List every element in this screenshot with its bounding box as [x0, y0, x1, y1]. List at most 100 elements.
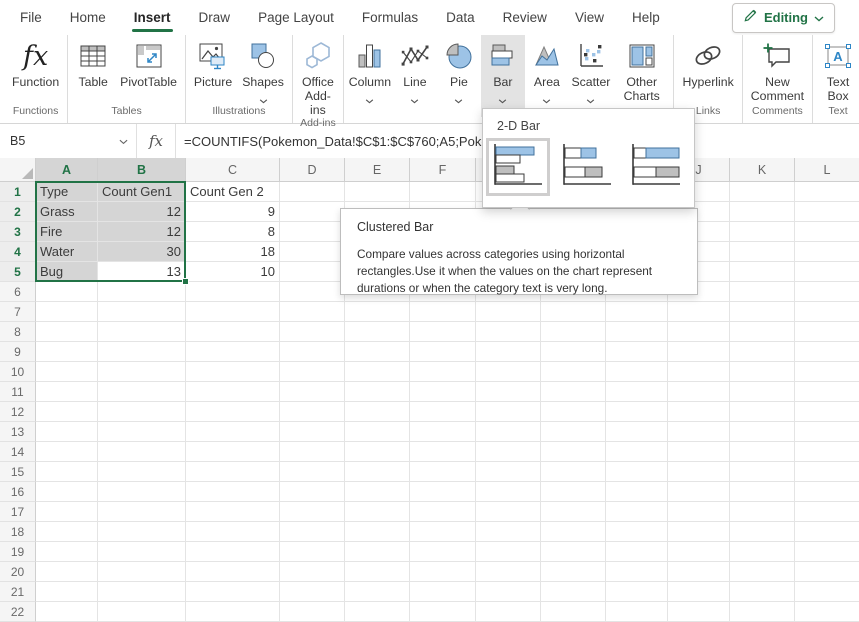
cell-A11[interactable] — [36, 382, 98, 402]
cell-I7[interactable] — [606, 302, 668, 322]
cell-I22[interactable] — [606, 602, 668, 622]
row-header-2[interactable]: 2 — [0, 202, 36, 222]
cell-D3[interactable] — [280, 222, 345, 242]
cell-L13[interactable] — [795, 422, 859, 442]
cell-D2[interactable] — [280, 202, 345, 222]
cell-E19[interactable] — [345, 542, 410, 562]
column-header-F[interactable]: F — [410, 158, 476, 182]
cell-B10[interactable] — [98, 362, 186, 382]
cell-F13[interactable] — [410, 422, 476, 442]
cell-G14[interactable] — [476, 442, 541, 462]
menu-tab-insert[interactable]: Insert — [120, 0, 185, 35]
cell-K14[interactable] — [730, 442, 795, 462]
row-header-12[interactable]: 12 — [0, 402, 36, 422]
cell-B14[interactable] — [98, 442, 186, 462]
cell-A20[interactable] — [36, 562, 98, 582]
cell-B3[interactable]: 12 — [98, 222, 186, 242]
cell-H10[interactable] — [541, 362, 606, 382]
cell-E14[interactable] — [345, 442, 410, 462]
cell-L1[interactable] — [795, 182, 859, 202]
cell-A15[interactable] — [36, 462, 98, 482]
cell-D16[interactable] — [280, 482, 345, 502]
cell-C10[interactable] — [186, 362, 280, 382]
cell-I21[interactable] — [606, 582, 668, 602]
insert-function-fx-icon[interactable]: fx — [137, 124, 176, 158]
cell-B7[interactable] — [98, 302, 186, 322]
cell-E20[interactable] — [345, 562, 410, 582]
cell-K18[interactable] — [730, 522, 795, 542]
cell-L3[interactable] — [795, 222, 859, 242]
cell-L9[interactable] — [795, 342, 859, 362]
cell-E1[interactable] — [345, 182, 410, 202]
cell-L5[interactable] — [795, 262, 859, 282]
row-header-8[interactable]: 8 — [0, 322, 36, 342]
cell-D21[interactable] — [280, 582, 345, 602]
cell-K10[interactable] — [730, 362, 795, 382]
cell-I20[interactable] — [606, 562, 668, 582]
ribbon-button-pie[interactable]: Pie — [437, 35, 481, 117]
cell-B17[interactable] — [98, 502, 186, 522]
cell-K1[interactable] — [730, 182, 795, 202]
cell-D18[interactable] — [280, 522, 345, 542]
cell-B15[interactable] — [98, 462, 186, 482]
cell-H14[interactable] — [541, 442, 606, 462]
menu-tab-home[interactable]: Home — [56, 0, 120, 35]
cell-C16[interactable] — [186, 482, 280, 502]
cell-H7[interactable] — [541, 302, 606, 322]
cell-J16[interactable] — [668, 482, 730, 502]
clustered-bar-option[interactable] — [486, 138, 550, 196]
cell-K11[interactable] — [730, 382, 795, 402]
cell-I18[interactable] — [606, 522, 668, 542]
cell-C11[interactable] — [186, 382, 280, 402]
cell-C2[interactable]: 9 — [186, 202, 280, 222]
row-header-19[interactable]: 19 — [0, 542, 36, 562]
cell-C8[interactable] — [186, 322, 280, 342]
cell-E9[interactable] — [345, 342, 410, 362]
cell-D9[interactable] — [280, 342, 345, 362]
cell-B2[interactable]: 12 — [98, 202, 186, 222]
cell-D20[interactable] — [280, 562, 345, 582]
cell-D12[interactable] — [280, 402, 345, 422]
cell-A6[interactable] — [36, 282, 98, 302]
cell-B19[interactable] — [98, 542, 186, 562]
cell-J9[interactable] — [668, 342, 730, 362]
cell-L4[interactable] — [795, 242, 859, 262]
cell-H12[interactable] — [541, 402, 606, 422]
cell-J19[interactable] — [668, 542, 730, 562]
cell-K13[interactable] — [730, 422, 795, 442]
cell-L7[interactable] — [795, 302, 859, 322]
ribbon-button-line[interactable]: Line — [393, 35, 437, 117]
cell-B9[interactable] — [98, 342, 186, 362]
cell-I11[interactable] — [606, 382, 668, 402]
cell-L19[interactable] — [795, 542, 859, 562]
cell-F20[interactable] — [410, 562, 476, 582]
cell-D8[interactable] — [280, 322, 345, 342]
ribbon-button-function[interactable]: fxFunction — [7, 35, 64, 105]
menu-tab-data[interactable]: Data — [432, 0, 489, 35]
cell-I14[interactable] — [606, 442, 668, 462]
cell-H19[interactable] — [541, 542, 606, 562]
cell-B6[interactable] — [98, 282, 186, 302]
cell-L2[interactable] — [795, 202, 859, 222]
cell-L12[interactable] — [795, 402, 859, 422]
cell-I16[interactable] — [606, 482, 668, 502]
cell-E15[interactable] — [345, 462, 410, 482]
cell-K8[interactable] — [730, 322, 795, 342]
column-header-C[interactable]: C — [186, 158, 280, 182]
cell-C1[interactable]: Count Gen 2 — [186, 182, 280, 202]
row-header-21[interactable]: 21 — [0, 582, 36, 602]
cell-F17[interactable] — [410, 502, 476, 522]
cell-I8[interactable] — [606, 322, 668, 342]
cell-G9[interactable] — [476, 342, 541, 362]
cell-C6[interactable] — [186, 282, 280, 302]
row-header-17[interactable]: 17 — [0, 502, 36, 522]
cell-D1[interactable] — [280, 182, 345, 202]
cell-D4[interactable] — [280, 242, 345, 262]
cell-J18[interactable] — [668, 522, 730, 542]
cell-C12[interactable] — [186, 402, 280, 422]
cell-G15[interactable] — [476, 462, 541, 482]
cell-L6[interactable] — [795, 282, 859, 302]
cell-G18[interactable] — [476, 522, 541, 542]
cell-D13[interactable] — [280, 422, 345, 442]
menu-tab-view[interactable]: View — [561, 0, 618, 35]
